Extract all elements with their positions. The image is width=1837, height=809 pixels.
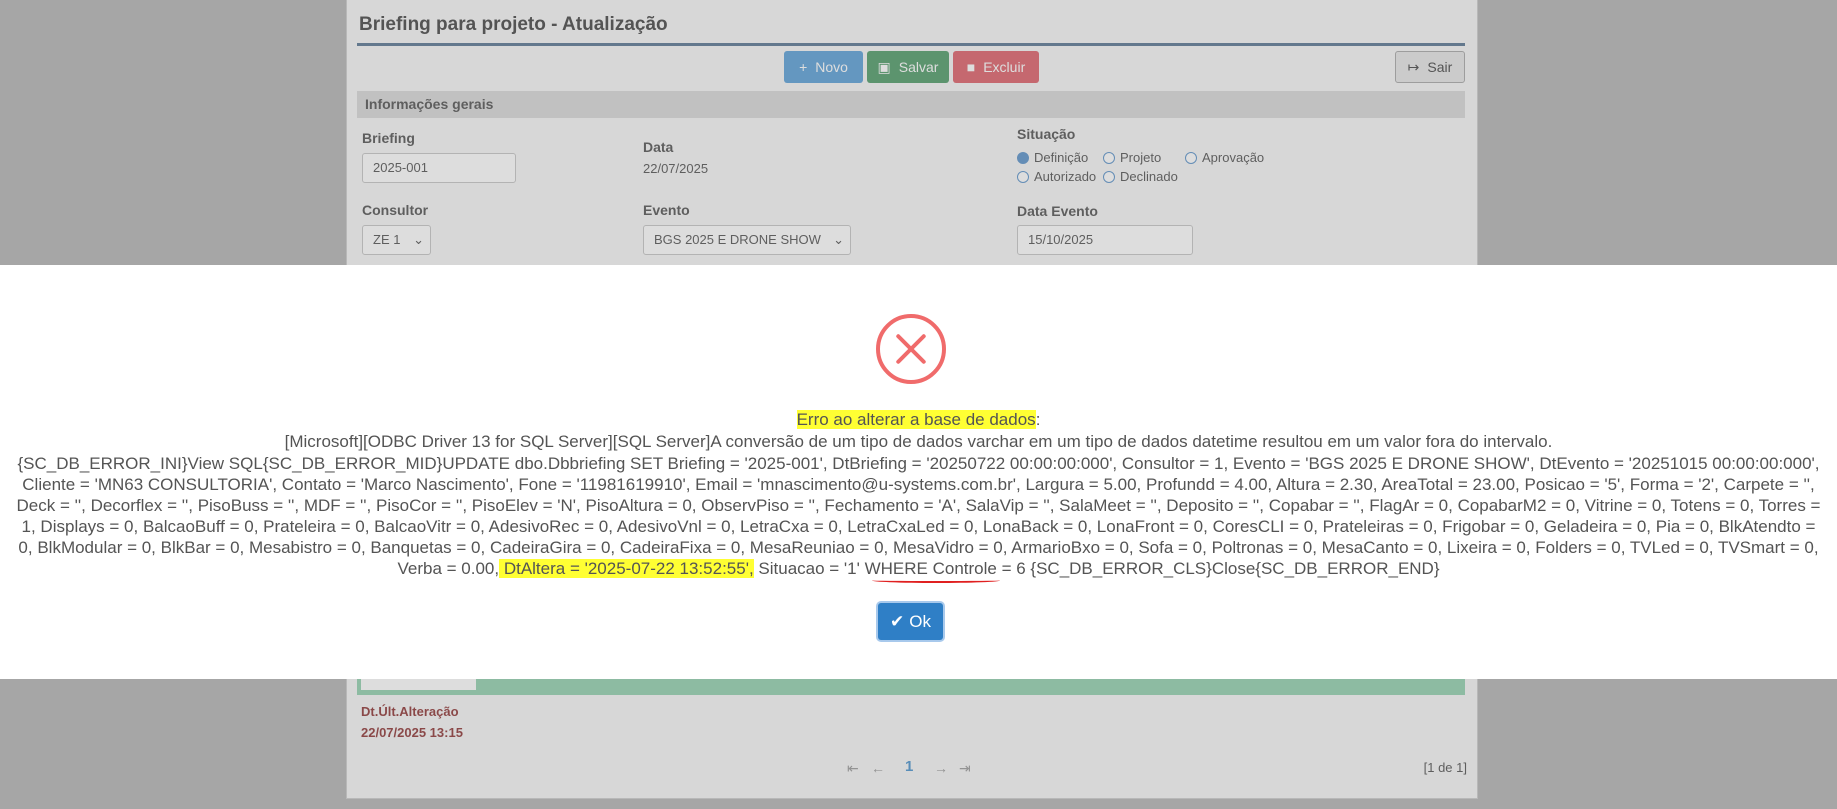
section-header: Informações gerais [357, 91, 1465, 118]
evento-label: Evento [643, 202, 690, 218]
radio-label: Definição [1034, 150, 1089, 165]
radio-projeto[interactable]: Projeto [1103, 150, 1161, 165]
radio-unchecked-icon [1185, 151, 1197, 164]
error-heading-text: Erro ao alterar a base de dados [796, 410, 1036, 429]
briefing-field[interactable]: 2025-001 [362, 153, 516, 183]
data-value: 22/07/2025 [643, 161, 709, 176]
sql-highlighted-text: DtAltera = '2025-07-22 13:52:55', [499, 559, 754, 578]
page-title: Briefing para projeto - Atualização [359, 14, 668, 35]
evento-select[interactable]: BGS 2025 E DRONE SHOW ⌄ [643, 225, 851, 255]
radio-label: Autorizado [1034, 169, 1097, 184]
consultor-label: Consultor [362, 202, 429, 218]
title-divider [357, 43, 1465, 46]
error-heading: Erro ao alterar a base de dados: [0, 410, 1837, 430]
save-button-label: Salvar [898, 59, 939, 75]
previous-page-icon[interactable]: ← [871, 760, 885, 776]
error-x-icon [876, 314, 946, 384]
new-button-label: Novo [815, 59, 848, 75]
radio-label: Projeto [1120, 150, 1162, 165]
radio-unchecked-icon [1103, 151, 1115, 164]
chevron-down-icon: ⌄ [413, 232, 424, 247]
radio-declinado[interactable]: Declinado [1103, 169, 1178, 184]
consultor-select[interactable]: ZE 1 ⌄ [362, 225, 431, 255]
data-label: Data [643, 139, 674, 155]
new-button[interactable]: + Novo [784, 51, 863, 83]
last-page-icon[interactable]: ⇥ [959, 760, 971, 777]
radio-unchecked-icon [1103, 170, 1115, 183]
consultor-value: ZE 1 [373, 232, 401, 247]
error-heading-colon: : [1035, 410, 1041, 429]
sql-message: {SC_DB_ERROR_INI}View SQL{SC_DB_ERROR_MI… [13, 453, 1824, 579]
error-dialog: Erro ao alterar a base de dados: [Micros… [0, 265, 1837, 679]
briefing-label: Briefing [362, 130, 415, 146]
evento-value: BGS 2025 E DRONE SHOW [654, 232, 821, 247]
exit-button[interactable]: ↦ Sair [1395, 51, 1465, 83]
ok-button-label: Ok [909, 611, 931, 631]
radio-aprovacao[interactable]: Aprovação [1185, 150, 1264, 165]
situacao-label: Situação [1017, 126, 1076, 142]
first-page-icon[interactable]: ⇤ [847, 760, 859, 777]
trash-icon: ■ [966, 59, 976, 75]
exit-button-label: Sair [1427, 59, 1453, 75]
red-annotation-underline [872, 578, 1000, 583]
chevron-down-icon: ⌄ [833, 232, 844, 247]
data-evento-field[interactable]: 15/10/2025 [1017, 225, 1193, 255]
radio-autorizado[interactable]: Autorizado [1017, 169, 1096, 184]
floppy-disk-icon: ▣ [877, 58, 891, 75]
sign-out-icon: ↦ [1407, 58, 1420, 75]
check-icon: ✔ [890, 611, 905, 631]
delete-button[interactable]: ■ Excluir [953, 51, 1039, 83]
page-info: [1 de 1] [1423, 760, 1467, 775]
next-page-icon[interactable]: → [934, 760, 948, 776]
data-evento-label: Data Evento [1017, 203, 1098, 219]
odbc-message: [Microsoft][ODBC Driver 13 for SQL Serve… [284, 432, 1553, 451]
dt-alteracao-label: Dt.Últ.Alteração [361, 704, 459, 719]
radio-label: Declinado [1120, 169, 1178, 184]
sql-text-end: Situacao = '1' WHERE Controle = 6 {SC_DB… [753, 559, 1440, 578]
delete-button-label: Excluir [983, 59, 1026, 75]
plus-icon: + [799, 59, 808, 75]
ok-button[interactable]: ✔ Ok [878, 603, 943, 640]
save-button[interactable]: ▣ Salvar [867, 51, 949, 83]
current-page[interactable]: 1 [905, 758, 913, 775]
dt-alteracao-value: 22/07/2025 13:15 [361, 725, 463, 740]
radio-checked-icon [1017, 151, 1029, 164]
radio-definicao[interactable]: Definição [1017, 150, 1088, 165]
radio-label: Aprovação [1202, 150, 1265, 165]
radio-unchecked-icon [1017, 170, 1029, 183]
